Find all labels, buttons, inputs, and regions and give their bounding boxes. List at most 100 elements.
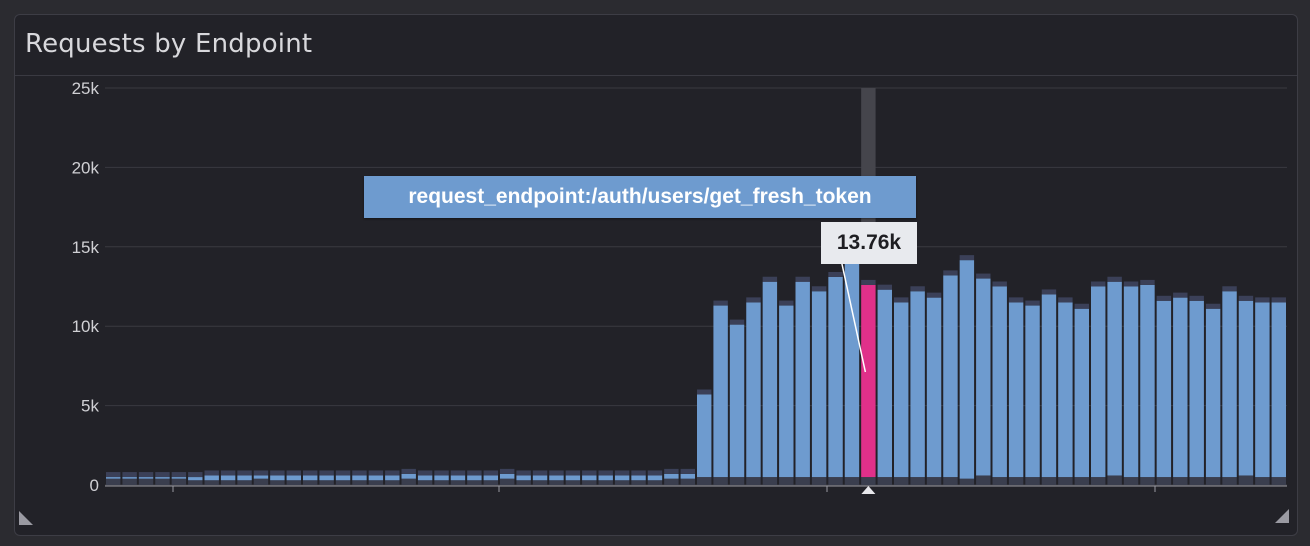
bar-segment-other — [680, 478, 695, 485]
bar-segment-main — [1074, 308, 1089, 478]
bar-segment-other — [779, 477, 794, 485]
bar-segment-other — [434, 480, 449, 485]
y-tick-label: 5k — [81, 397, 99, 416]
bar-cap — [582, 470, 597, 476]
bar-cap — [828, 271, 843, 277]
bar-segment-main — [943, 275, 958, 478]
tooltip-endpoint-label: request_endpoint:/auth/users/get_fresh_t… — [364, 176, 916, 218]
bar-segment-other — [1222, 477, 1237, 485]
bar-segment-main — [500, 473, 515, 479]
bar-segment-main — [565, 475, 581, 481]
bar-segment-main — [894, 302, 909, 478]
bar-segment-other — [138, 478, 154, 485]
bar-segment-main — [220, 475, 236, 481]
bar-segment-main — [171, 477, 187, 479]
bar-cap — [910, 286, 925, 292]
bar-cap — [1156, 295, 1172, 301]
bar-segment-main — [417, 475, 433, 481]
bar-segment-other — [253, 478, 269, 485]
chart-panel: Requests by Endpoint 0 5k 10k 15k 20k 25k req… — [14, 14, 1298, 536]
bar-cap — [220, 470, 236, 476]
bar-cap — [1008, 297, 1024, 303]
bar-segment-main — [1271, 302, 1286, 478]
bar-cap — [270, 470, 285, 476]
bar-cap — [811, 286, 827, 292]
y-tick-label: 15k — [72, 238, 100, 257]
bar-segment-main — [1041, 294, 1057, 478]
bar-segment-other — [1041, 477, 1057, 485]
bar-segment-other — [762, 477, 778, 485]
bar-cap — [122, 472, 137, 478]
bar-segment-other — [368, 480, 384, 485]
resize-handle-right-icon[interactable] — [1275, 509, 1289, 523]
bar-segment-main — [1205, 308, 1221, 478]
bar-cap — [861, 279, 876, 285]
bar-cap — [516, 470, 531, 476]
bar-segment-main — [237, 475, 252, 481]
bar-segment-other — [549, 480, 564, 485]
bar-cap — [943, 270, 958, 276]
y-tick-label: 0 — [90, 476, 99, 495]
bar-cap — [992, 281, 1007, 287]
bar-segment-main — [155, 477, 170, 479]
bar-segment-main — [582, 475, 597, 481]
bar-cap — [417, 470, 433, 476]
bar-segment-other — [1008, 477, 1024, 485]
bar-segment-other — [516, 480, 531, 485]
bar-segment-main — [1173, 297, 1188, 478]
bar-segment-other — [877, 477, 892, 485]
bar-segment-main — [614, 475, 630, 481]
bar-cap — [959, 255, 975, 261]
bar-segment-other — [122, 478, 137, 485]
bar-segment-other — [910, 477, 925, 485]
bar-segment-main — [1255, 302, 1270, 478]
bar-segment-other — [204, 480, 219, 485]
bar-cap — [155, 472, 170, 478]
bar-segment-main — [697, 394, 712, 478]
bar-segment-other — [1074, 477, 1089, 485]
bar-segment-main — [385, 475, 400, 481]
bar-segment-main — [450, 475, 466, 481]
bar-cap — [762, 276, 778, 282]
bar-cap — [434, 470, 449, 476]
bar-cap — [1074, 303, 1089, 309]
bar-segment-other — [1238, 475, 1254, 485]
bar-segment-other — [1025, 477, 1040, 485]
bar-segment-main — [976, 278, 991, 476]
bar-cap — [237, 470, 252, 476]
bar-segment-main — [598, 475, 613, 481]
bar-segment-main — [1107, 281, 1122, 476]
bar-cap — [746, 297, 761, 303]
bar-segment-main — [746, 302, 761, 478]
bar-segment-main — [647, 475, 663, 481]
tooltip-value-label: 13.76k — [821, 222, 917, 264]
bar-chart[interactable]: 0 5k 10k 15k 20k 25k — [15, 15, 1297, 535]
bar-segment-main — [352, 475, 367, 481]
bar-segment-other — [1205, 477, 1221, 485]
bar-segment-other — [664, 478, 679, 485]
bar-cap — [779, 300, 794, 306]
bar-cap — [335, 470, 351, 476]
bar-segment-other — [532, 480, 548, 485]
bar-cap — [1222, 286, 1237, 292]
bar-segment-other — [401, 478, 416, 485]
bar-segment-main — [795, 281, 810, 478]
bar-cap — [188, 472, 203, 478]
bar-segment-other — [417, 480, 433, 485]
bar-segment-other — [1255, 477, 1270, 485]
bar-segment-main — [106, 477, 121, 479]
bar-segment-other — [959, 478, 975, 485]
bar-cap — [976, 273, 991, 279]
hover-marker-icon — [861, 486, 876, 494]
bar-segment-other — [1189, 477, 1204, 485]
resize-handle-left-icon[interactable] — [19, 511, 33, 525]
bar-segment-other — [631, 480, 646, 485]
bar-cap — [253, 470, 269, 476]
bar-cap — [286, 470, 301, 476]
bar-segment-main — [1189, 300, 1204, 478]
bar-segment-main — [434, 475, 449, 481]
bar-segment-other — [713, 477, 728, 485]
bar-segment-main — [664, 473, 679, 479]
bar-segment-other — [237, 480, 252, 485]
bar-segment-main — [253, 475, 269, 479]
